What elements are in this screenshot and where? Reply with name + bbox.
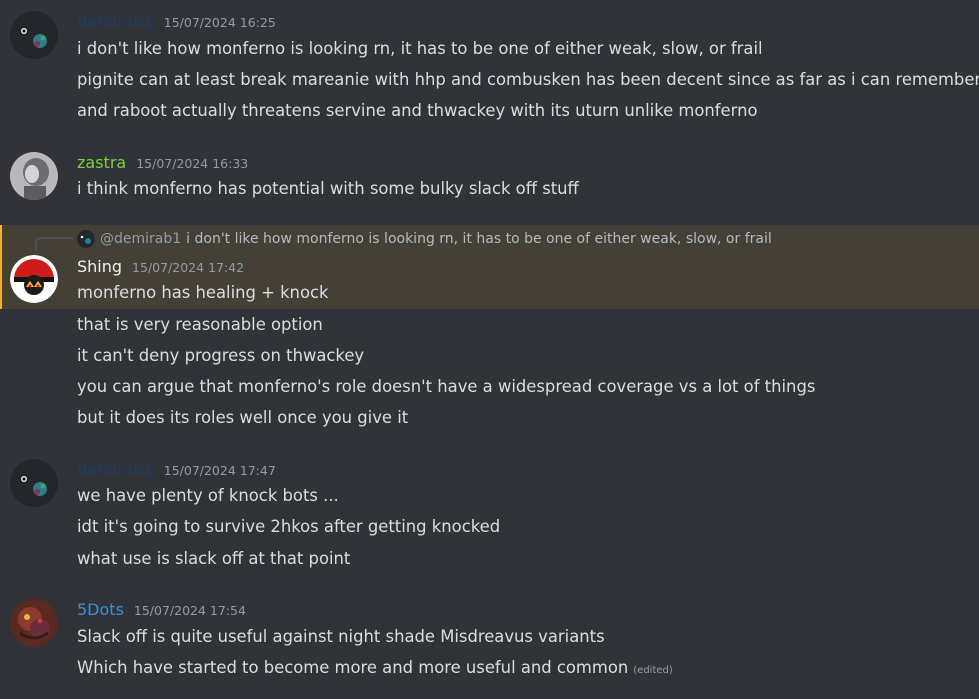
avatar[interactable] — [10, 459, 58, 507]
message-header: 5Dots 15/07/2024 17:54 — [77, 600, 246, 622]
message-text: i think monferno has potential with some… — [77, 179, 579, 198]
message-text: that is very reasonable option — [77, 315, 323, 334]
message-highlighted: @demirab1 i don't like how monferno is l… — [0, 225, 979, 309]
edited-label: (edited) — [633, 665, 673, 676]
reply-text[interactable]: i don't like how monferno is looking rn,… — [186, 231, 772, 247]
avatar[interactable] — [10, 11, 58, 59]
reply-preview[interactable]: @demirab1 i don't like how monferno is l… — [77, 229, 772, 249]
message-group: demirab1 15/07/2024 16:25 i don't like h… — [0, 0, 979, 140]
message-text: it can't deny progress on thwackey — [77, 346, 365, 365]
avatar[interactable] — [10, 599, 58, 647]
reply-avatar — [77, 230, 95, 248]
message-group: that is very reasonable option it can't … — [0, 309, 979, 440]
chat-message-list: demirab1 15/07/2024 16:25 i don't like h… — [0, 0, 979, 699]
timestamp[interactable]: 15/07/2024 16:25 — [164, 15, 276, 30]
username[interactable]: demirab1 — [77, 12, 154, 31]
reply-mention[interactable]: @demirab1 — [100, 231, 181, 247]
message-group: demirab1 15/07/2024 17:47 we have plenty… — [0, 447, 979, 587]
avatar[interactable] — [10, 255, 58, 303]
message-text: Which have started to become more and mo… — [77, 657, 673, 682]
message-header: Shing 15/07/2024 17:42 — [77, 257, 244, 279]
message-text-content: Which have started to become more and mo… — [77, 658, 629, 677]
timestamp[interactable]: 15/07/2024 16:33 — [136, 156, 248, 171]
message-text: and raboot actually threatens servine an… — [77, 101, 758, 120]
message-group: 5Dots 15/07/2024 17:54 Slack off is quit… — [0, 587, 979, 699]
message-text: but it does its roles well once you give… — [77, 408, 409, 427]
timestamp[interactable]: 15/07/2024 17:54 — [134, 603, 246, 618]
username[interactable]: demirab1 — [77, 460, 154, 479]
timestamp[interactable]: 15/07/2024 17:42 — [132, 260, 244, 275]
username[interactable]: zastra — [77, 153, 126, 172]
timestamp[interactable]: 15/07/2024 17:47 — [164, 463, 276, 478]
message-text: Slack off is quite useful against night … — [77, 627, 605, 646]
avatar[interactable] — [10, 152, 58, 200]
message-text: what use is slack off at that point — [77, 549, 351, 568]
message-header: zastra 15/07/2024 16:33 — [77, 153, 248, 175]
message-group: zastra 15/07/2024 16:33 i think monferno… — [0, 140, 979, 225]
message-text: we have plenty of knock bots ... — [77, 486, 339, 505]
message-text: monferno has healing + knock — [77, 283, 329, 302]
message-text: pignite can at least break mareanie with… — [77, 70, 979, 89]
message-text: idt it's going to survive 2hkos after ge… — [77, 517, 501, 536]
reply-connector — [35, 237, 73, 251]
message-header: demirab1 15/07/2024 16:25 — [77, 12, 276, 34]
username[interactable]: Shing — [77, 257, 122, 276]
message-header: demirab1 15/07/2024 17:47 — [77, 460, 276, 482]
username[interactable]: 5Dots — [77, 600, 124, 619]
message-text: you can argue that monferno's role doesn… — [77, 377, 816, 396]
message-text: i don't like how monferno is looking rn,… — [77, 39, 763, 58]
